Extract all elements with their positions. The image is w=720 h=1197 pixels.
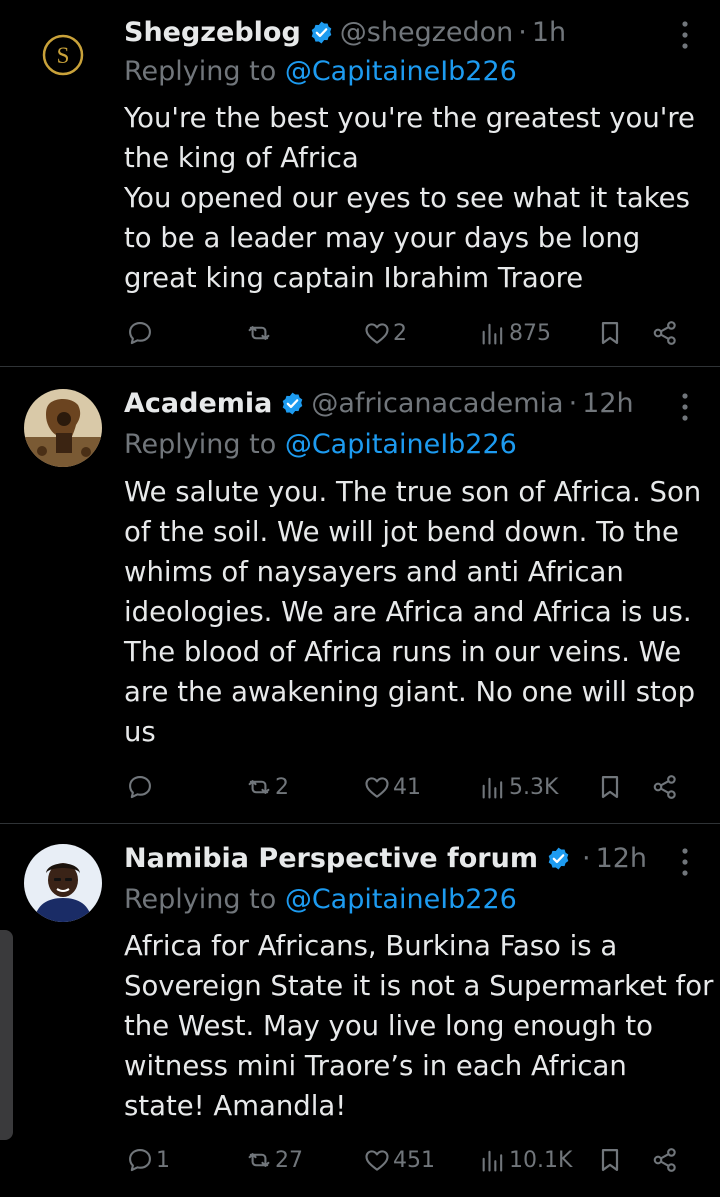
views-button[interactable]: 10.1K <box>479 1140 572 1180</box>
verified-icon <box>309 20 334 45</box>
bookmark-icon <box>596 319 624 347</box>
display-name[interactable]: Academia <box>124 388 272 419</box>
views-icon <box>479 773 507 801</box>
like-icon <box>363 773 391 801</box>
views-button[interactable]: 875 <box>479 313 551 353</box>
bookmark-button[interactable] <box>596 313 624 353</box>
share-icon <box>651 319 679 347</box>
like-icon <box>363 1146 391 1174</box>
repost-button[interactable]: 2 <box>245 767 289 807</box>
post-text: You're the best you're the greatest you'… <box>124 102 695 294</box>
repost-icon <box>245 319 273 347</box>
share-button[interactable] <box>651 313 679 353</box>
replying-to-mention[interactable]: @CapitaineIb226 <box>285 429 517 460</box>
display-name[interactable]: Shegzeblog <box>124 17 301 48</box>
post-text: Africa for Africans, Burkina Faso is a S… <box>124 930 714 1122</box>
bookmark-button[interactable] <box>596 767 624 807</box>
replying-to: Replying to @CapitaineIb226 <box>124 884 517 915</box>
bookmark-icon <box>596 1146 624 1174</box>
like-button[interactable]: 2 <box>363 313 407 353</box>
timestamp[interactable]: 12h <box>582 388 633 419</box>
reply-icon <box>126 1146 154 1174</box>
share-icon <box>651 773 679 801</box>
share-button[interactable] <box>651 1140 679 1180</box>
post-text: We salute you. The true son of Africa. S… <box>124 476 702 748</box>
avatar[interactable] <box>24 389 102 467</box>
timestamp[interactable]: 12h <box>596 843 647 874</box>
avatar[interactable]: S <box>24 16 102 94</box>
like-count: 41 <box>393 774 421 800</box>
replying-to: Replying to @CapitaineIb226 <box>124 56 517 87</box>
reply-button[interactable] <box>126 767 156 807</box>
reply-post-shegzeblog[interactable]: S Shegzeblog @shegzedon · 1h Replying to… <box>0 0 720 366</box>
verified-icon <box>546 846 571 871</box>
post-header: Shegzeblog @shegzedon · 1h <box>124 15 566 49</box>
separator-dot: · <box>581 842 591 874</box>
repost-button[interactable] <box>245 313 275 353</box>
reply-icon <box>126 773 154 801</box>
user-handle[interactable]: @shegzedon <box>340 17 513 48</box>
share-icon <box>651 1146 679 1174</box>
replying-to-mention[interactable]: @CapitaineIb226 <box>285 56 517 87</box>
repost-count: 2 <box>275 774 289 800</box>
like-icon <box>363 319 391 347</box>
like-button[interactable]: 41 <box>363 767 421 807</box>
reply-button[interactable]: 1 <box>126 1140 170 1180</box>
more-icon[interactable] <box>680 20 690 50</box>
post-header: Namibia Perspective forum · 12h <box>124 841 647 875</box>
repost-count: 27 <box>275 1147 303 1173</box>
action-bar: 1 27 451 10.1K <box>124 1140 684 1180</box>
avatar[interactable] <box>24 844 102 922</box>
user-handle[interactable]: @africanacademia <box>311 388 563 419</box>
separator-dot: · <box>568 387 578 419</box>
share-button[interactable] <box>651 767 679 807</box>
views-count: 5.3K <box>509 774 559 800</box>
views-icon <box>479 1146 507 1174</box>
more-icon[interactable] <box>680 392 690 422</box>
views-count: 875 <box>509 320 551 346</box>
bookmark-button[interactable] <box>596 1140 624 1180</box>
replying-to-label: Replying to <box>124 884 277 915</box>
reply-post-namibia-perspective[interactable]: Namibia Perspective forum · 12h Replying… <box>0 824 720 1197</box>
repost-icon <box>245 1146 273 1174</box>
views-icon <box>479 319 507 347</box>
action-bar: 2 875 <box>124 313 684 353</box>
bookmark-icon <box>596 773 624 801</box>
like-count: 2 <box>393 320 407 346</box>
timestamp[interactable]: 1h <box>532 17 566 48</box>
avatar-letter: S <box>57 43 70 68</box>
views-button[interactable]: 5.3K <box>479 767 558 807</box>
views-count: 10.1K <box>509 1147 573 1173</box>
post-header: Academia @africanacademia · 12h <box>124 386 634 420</box>
reply-icon <box>126 319 154 347</box>
repost-button[interactable]: 27 <box>245 1140 303 1180</box>
replying-to: Replying to @CapitaineIb226 <box>124 429 517 460</box>
reply-button[interactable] <box>126 313 156 353</box>
replying-to-label: Replying to <box>124 56 277 87</box>
edge-panel-handle[interactable] <box>0 930 13 1140</box>
separator-dot: · <box>518 16 527 48</box>
verified-icon <box>280 391 305 416</box>
like-count: 451 <box>393 1147 435 1173</box>
repost-icon <box>245 773 273 801</box>
like-button[interactable]: 451 <box>363 1140 435 1180</box>
display-name[interactable]: Namibia Perspective forum <box>124 843 538 874</box>
replying-to-mention[interactable]: @CapitaineIb226 <box>285 884 517 915</box>
more-icon[interactable] <box>680 847 690 877</box>
reply-count: 1 <box>156 1147 170 1173</box>
reply-post-academia[interactable]: Academia @africanacademia · 12h Replying… <box>0 367 720 823</box>
replying-to-label: Replying to <box>124 429 277 460</box>
action-bar: 2 41 5.3K <box>124 767 684 807</box>
